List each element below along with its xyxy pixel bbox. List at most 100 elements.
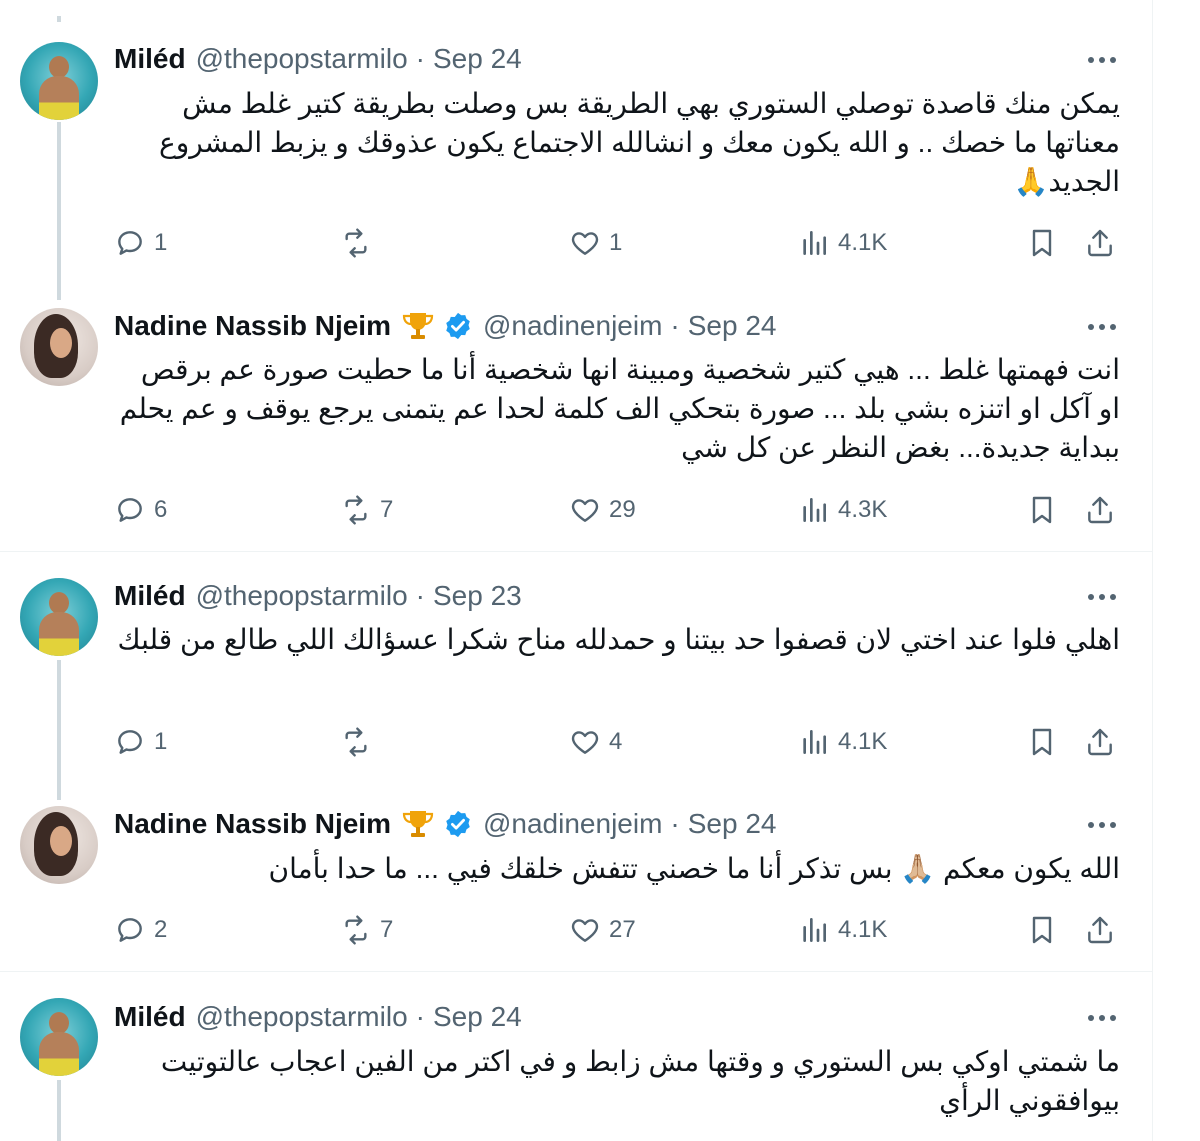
share-button[interactable] — [1084, 910, 1116, 950]
thread-line — [57, 122, 61, 300]
repost-button[interactable]: 7 — [340, 490, 393, 530]
repost-icon — [345, 228, 367, 258]
tweet-header: Nadine Nassib Njeim @nadinenjeim · Sep 2… — [114, 808, 776, 840]
tweet-date[interactable]: Sep 23 — [433, 580, 522, 612]
view-count: 4.1K — [838, 916, 888, 943]
repost-button[interactable] — [340, 722, 380, 762]
display-name[interactable]: Nadine Nassib Njeim — [114, 808, 391, 840]
divider — [0, 971, 1152, 972]
user-handle[interactable]: @thepopstarmilo — [196, 43, 408, 75]
share-button[interactable] — [1084, 722, 1116, 762]
views-icon — [803, 918, 826, 942]
divider — [0, 551, 1152, 552]
reply-icon — [118, 498, 142, 522]
avatar[interactable] — [20, 578, 98, 656]
tweet-thread: Miléd @thepopstarmilo · Sep 24 يمكن منك … — [0, 0, 1153, 1141]
heart-icon — [571, 731, 599, 754]
view-count: 4.1K — [838, 229, 888, 256]
share-icon — [1088, 728, 1112, 756]
trophy-icon — [402, 811, 434, 837]
like-button[interactable]: 1 — [569, 223, 622, 263]
tweet-header: Nadine Nassib Njeim @nadinenjeim · Sep 2… — [114, 310, 776, 342]
bookmark-icon — [1032, 496, 1052, 524]
like-count: 1 — [609, 229, 623, 256]
repost-icon — [345, 915, 367, 945]
avatar[interactable] — [20, 308, 98, 386]
like-button[interactable]: 29 — [569, 490, 636, 530]
repost-count: 7 — [380, 916, 394, 943]
share-icon — [1088, 229, 1112, 257]
tweet-actions: 2 7 27 4.1K — [114, 910, 1124, 950]
reply-button[interactable]: 2 — [114, 910, 167, 950]
reply-count: 6 — [154, 496, 168, 523]
tweet-text: يمكن منك قاصدة توصلي الستوري بهي الطريقة… — [158, 88, 1120, 197]
tweet-date[interactable]: Sep 24 — [688, 808, 777, 840]
tweet-date[interactable]: Sep 24 — [433, 43, 522, 75]
more-icon[interactable] — [1084, 1002, 1120, 1034]
bookmark-button[interactable] — [1026, 490, 1058, 530]
bookmark-button[interactable] — [1026, 223, 1058, 263]
separator-dot: · — [415, 580, 425, 611]
like-count: 29 — [609, 496, 636, 523]
separator-dot: · — [670, 310, 680, 341]
repost-icon — [345, 495, 367, 525]
reply-icon — [118, 730, 142, 754]
share-icon — [1088, 496, 1112, 524]
share-button[interactable] — [1084, 223, 1116, 263]
repost-count: 7 — [380, 496, 394, 523]
bookmark-button[interactable] — [1026, 910, 1058, 950]
views-button[interactable]: 4.1K — [798, 223, 887, 263]
reply-button[interactable]: 6 — [114, 490, 167, 530]
like-count: 27 — [609, 916, 636, 943]
repost-button[interactable] — [340, 223, 380, 263]
verified-badge-icon — [446, 810, 470, 838]
verified-badge-icon — [446, 312, 470, 340]
views-button[interactable]: 4.3K — [798, 490, 887, 530]
reply-icon — [118, 918, 142, 942]
like-button[interactable]: 27 — [569, 910, 636, 950]
heart-icon — [571, 919, 599, 942]
share-button[interactable] — [1084, 490, 1116, 530]
tweet-text: ما شمتي اوكي بس الستوري و وقتها مش زابط … — [160, 1046, 1120, 1116]
display-name[interactable]: Miléd — [114, 580, 186, 612]
user-handle[interactable]: @thepopstarmilo — [196, 1001, 408, 1033]
more-icon[interactable] — [1084, 311, 1120, 343]
tweet-actions: 1 1 4.1K — [114, 223, 1124, 263]
more-icon[interactable] — [1084, 809, 1120, 841]
like-button[interactable]: 4 — [569, 722, 622, 762]
view-count: 4.1K — [838, 728, 888, 755]
views-button[interactable]: 4.1K — [798, 722, 887, 762]
bookmark-icon — [1032, 229, 1052, 257]
tweet-header: Miléd @thepopstarmilo · Sep 24 — [114, 1001, 522, 1033]
more-icon[interactable] — [1084, 581, 1120, 613]
display-name[interactable]: Miléd — [114, 1001, 186, 1033]
tweet-header: Miléd @thepopstarmilo · Sep 24 — [114, 43, 522, 75]
bookmark-button[interactable] — [1026, 722, 1058, 762]
tweet-date[interactable]: Sep 24 — [688, 310, 777, 342]
avatar[interactable] — [20, 42, 98, 120]
user-handle[interactable]: @nadinenjeim — [483, 310, 662, 342]
views-icon — [803, 231, 826, 255]
view-count: 4.3K — [838, 496, 888, 523]
views-button[interactable]: 4.1K — [798, 910, 887, 950]
reply-button[interactable]: 1 — [114, 722, 167, 762]
reply-icon — [118, 231, 142, 255]
avatar[interactable] — [20, 806, 98, 884]
views-icon — [803, 730, 826, 754]
share-icon — [1088, 916, 1112, 944]
tweet-date[interactable]: Sep 24 — [433, 1001, 522, 1033]
display-name[interactable]: Nadine Nassib Njeim — [114, 310, 391, 342]
heart-icon — [571, 499, 599, 522]
separator-dot: · — [670, 808, 680, 839]
user-handle[interactable]: @nadinenjeim — [483, 808, 662, 840]
reply-button[interactable]: 1 — [114, 223, 167, 263]
repost-button[interactable]: 7 — [340, 910, 393, 950]
avatar[interactable] — [20, 998, 98, 1076]
user-handle[interactable]: @thepopstarmilo — [196, 580, 408, 612]
display-name[interactable]: Miléd — [114, 43, 186, 75]
more-icon[interactable] — [1084, 44, 1120, 76]
bookmark-icon — [1032, 728, 1052, 756]
trophy-icon — [402, 313, 434, 339]
separator-dot: · — [415, 1001, 425, 1032]
reply-count: 1 — [154, 229, 168, 256]
